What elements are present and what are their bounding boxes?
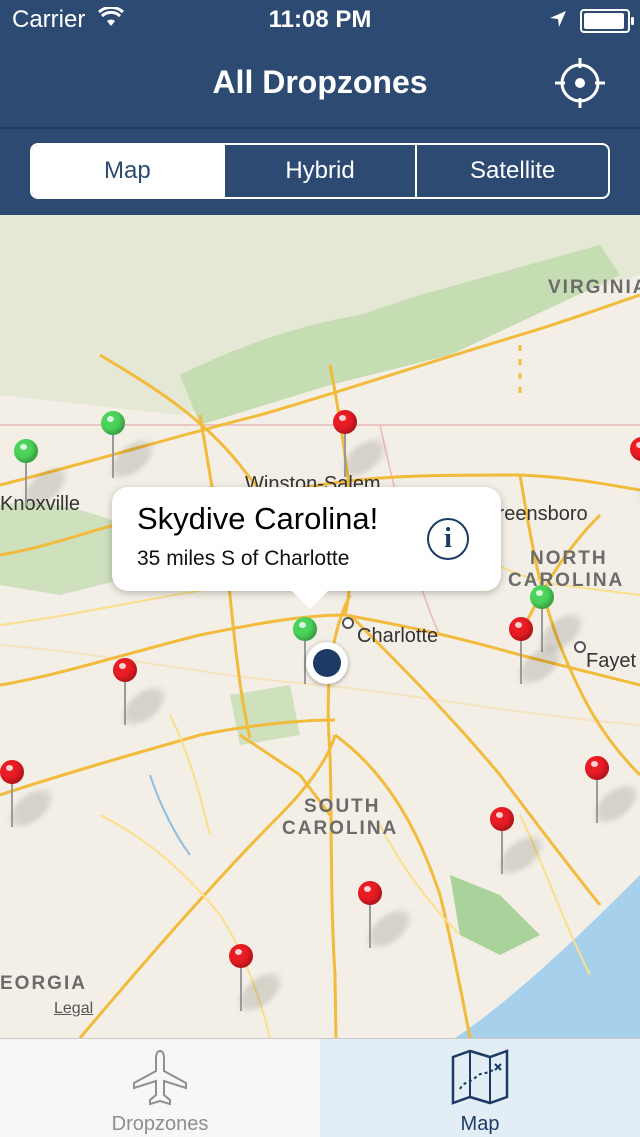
battery-icon	[580, 9, 634, 33]
user-location-dot	[306, 642, 348, 684]
locate-button[interactable]	[553, 56, 607, 110]
map-label-south-carolina: CAROLINA	[282, 818, 399, 839]
dropzone-pin[interactable]	[630, 437, 640, 507]
battery-level	[584, 13, 624, 29]
map-icon	[451, 1049, 509, 1105]
tab-bar: Dropzones Map	[0, 1038, 640, 1137]
airplane-icon	[133, 1049, 187, 1106]
status-bar: Carrier 11:08 PM	[0, 0, 640, 40]
map-type-segmented-control: Map Hybrid Satellite	[30, 143, 610, 199]
dropzone-pin[interactable]	[585, 756, 640, 826]
legal-link[interactable]: Legal	[54, 1000, 93, 1018]
page-title: All Dropzones	[212, 64, 428, 100]
dropzone-pin[interactable]	[358, 881, 417, 951]
callout-subtitle: 35 miles S of Charlotte	[137, 547, 350, 570]
map-label-south: SOUTH	[304, 796, 381, 817]
dropzone-pin[interactable]	[229, 944, 288, 1014]
map-label-fayetteville: Fayet	[586, 650, 637, 672]
callout-title: Skydive Carolina!	[137, 501, 379, 536]
dropzone-pin[interactable]	[490, 807, 549, 877]
map-label-north-carolina: CAROLINA	[508, 570, 625, 591]
tab-map-label: Map	[460, 1113, 500, 1135]
map-label-north: NORTH	[530, 548, 608, 569]
dropzone-pin[interactable]	[333, 410, 392, 480]
map-view[interactable]: VIRGINIA Winston-Salem Knoxville Greensb…	[0, 215, 640, 1038]
location-arrow-icon	[548, 8, 568, 36]
segment-map[interactable]: Map	[32, 145, 223, 197]
dropzone-pin[interactable]	[530, 585, 589, 655]
segment-satellite[interactable]: Satellite	[415, 145, 608, 197]
map-label-virginia: VIRGINIA	[548, 277, 640, 298]
dropzone-callout[interactable]: Skydive Carolina! 35 miles S of Charlott…	[112, 487, 501, 609]
tab-map[interactable]: Map	[320, 1039, 640, 1137]
navigation-bar: Carrier 11:08 PM All Dropzones Map Hybri…	[0, 0, 640, 215]
status-time: 11:08 PM	[268, 6, 372, 33]
info-icon[interactable]: i	[427, 518, 469, 560]
segment-hybrid[interactable]: Hybrid	[222, 145, 416, 197]
dropzone-pin[interactable]	[113, 658, 172, 728]
dropzone-pin[interactable]	[509, 617, 568, 687]
dropzone-pin[interactable]	[14, 439, 73, 509]
crosshair-icon	[555, 58, 605, 108]
tab-dropzones[interactable]: Dropzones	[0, 1039, 320, 1137]
map-label-charlotte: Charlotte	[357, 625, 439, 647]
dropzone-pin[interactable]	[0, 760, 59, 830]
tab-dropzones-label: Dropzones	[111, 1113, 209, 1135]
map-label-georgia: EORGIA	[0, 973, 87, 994]
dropzone-pin[interactable]	[101, 411, 160, 481]
nav-divider	[0, 127, 640, 129]
